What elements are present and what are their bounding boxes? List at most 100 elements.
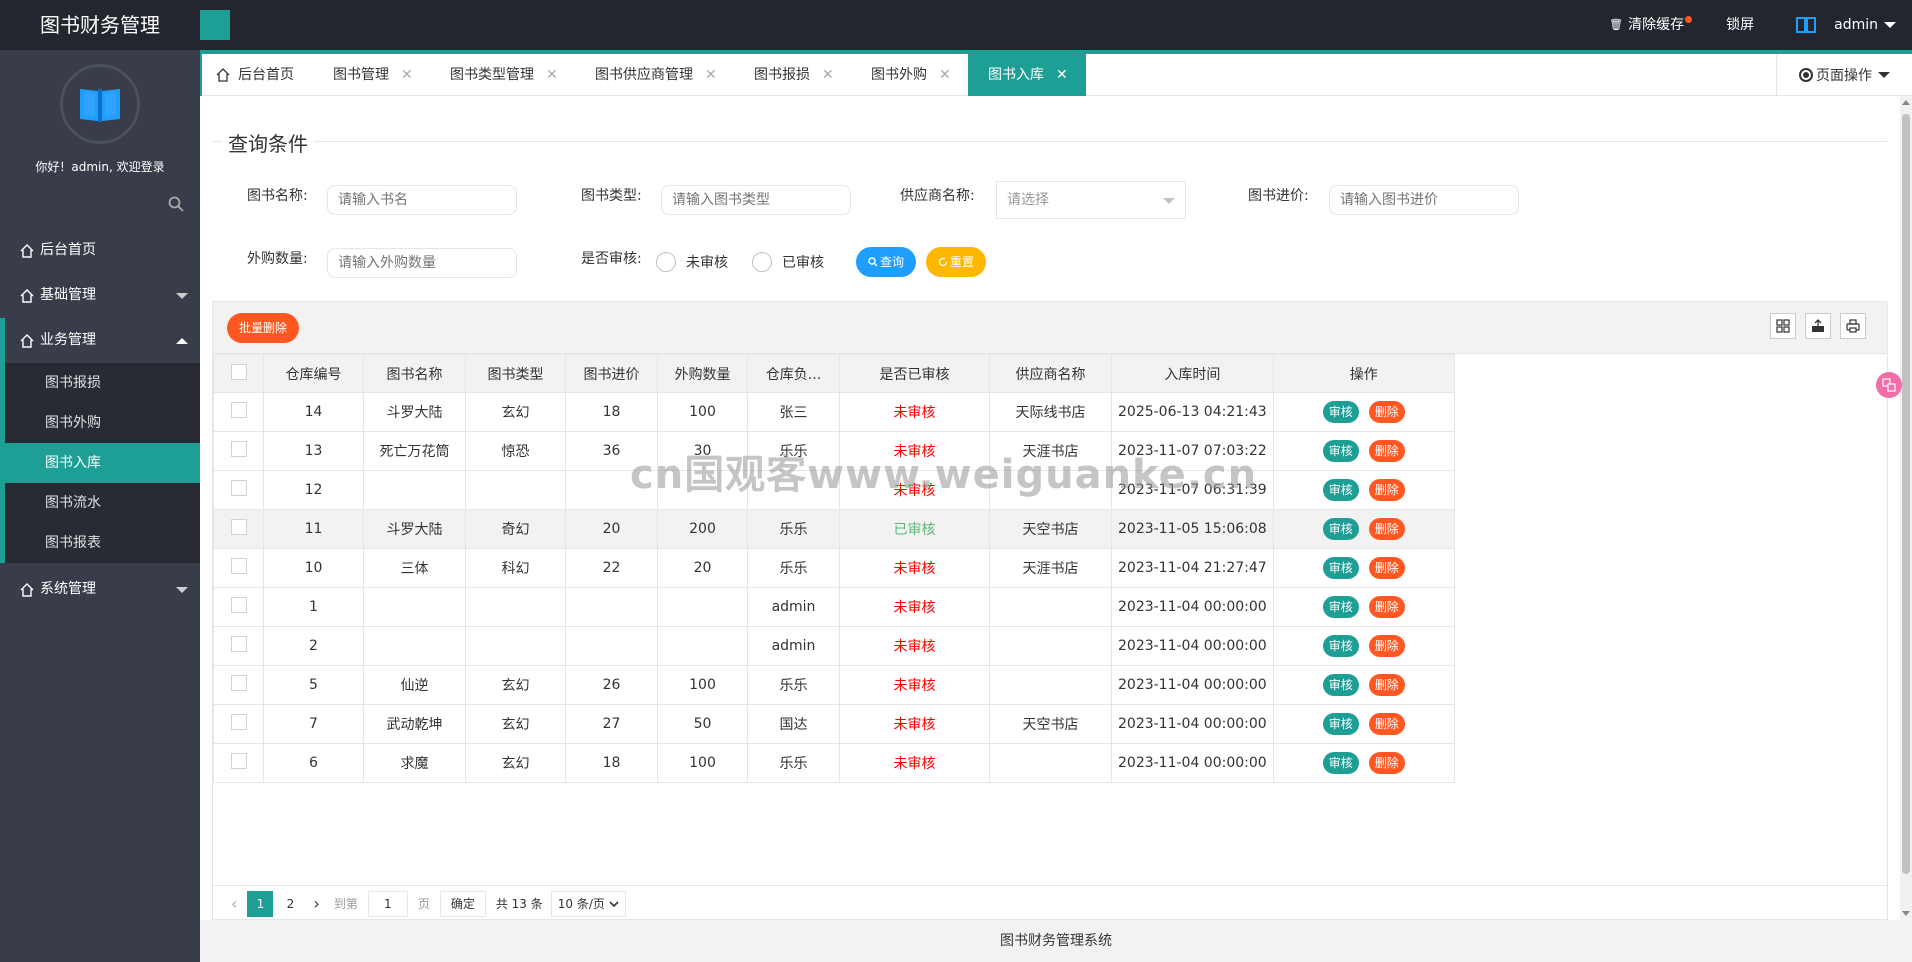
audit-button[interactable]: 审核: [1322, 752, 1359, 774]
sidebar-item-report[interactable]: 图书报表: [5, 523, 200, 563]
goto-confirm-button[interactable]: 确定: [439, 890, 486, 917]
close-icon[interactable]: ✕: [546, 54, 558, 96]
row-checkbox[interactable]: [230, 519, 247, 535]
delete-button[interactable]: 删除: [1368, 557, 1405, 579]
supplier-select[interactable]: 请选择: [996, 181, 1186, 219]
book-type-input[interactable]: [661, 185, 851, 215]
table-row[interactable]: 6 求魔 玄幻 18 100 乐乐 未审核 2023-11-04 00:00:00 审核 删除: [213, 743, 1455, 783]
close-icon[interactable]: ✕: [822, 54, 834, 96]
search-button[interactable]: 查询: [856, 247, 917, 277]
row-checkbox-cell[interactable]: [213, 626, 264, 666]
lock-screen-button[interactable]: 锁屏: [1700, 0, 1780, 50]
tab-purchase[interactable]: 图书外购 ✕: [871, 54, 951, 96]
page-size-select[interactable]: 10 条/页: [550, 890, 626, 917]
menu-toggle-button[interactable]: [200, 10, 230, 40]
delete-button[interactable]: 删除: [1368, 518, 1405, 540]
sidebar-item-purchase[interactable]: 图书外购: [5, 403, 200, 443]
audit-button[interactable]: 审核: [1322, 401, 1359, 423]
tab-book-manage[interactable]: 图书管理 ✕: [333, 54, 413, 96]
scrollbar-thumb[interactable]: [1902, 114, 1910, 874]
tab-damage[interactable]: 图书报损 ✕: [754, 54, 834, 96]
delete-button[interactable]: 删除: [1368, 674, 1405, 696]
vertical-scrollbar[interactable]: [1900, 96, 1912, 920]
page-1-button[interactable]: 1: [247, 890, 274, 917]
columns-icon[interactable]: [1770, 313, 1796, 339]
table-row[interactable]: 2 admin 未审核 2023-11-04 00:00:00 审核 删除: [213, 626, 1455, 666]
audit-button[interactable]: 审核: [1322, 596, 1359, 618]
table-row[interactable]: 7 武动乾坤 玄幻 27 50 国达 未审核 天空书店 2023-11-04 00:00:00 审…: [213, 704, 1455, 744]
book-name-input[interactable]: [327, 185, 517, 215]
radio-unaudited[interactable]: 未审核: [656, 247, 728, 277]
tab-stock-in[interactable]: 图书入库 ✕: [968, 54, 1086, 96]
batch-delete-button[interactable]: 批量删除: [227, 313, 300, 343]
row-checkbox-cell[interactable]: [213, 392, 264, 432]
row-checkbox[interactable]: [230, 675, 247, 691]
sidebar-item-damage[interactable]: 图书报损: [5, 363, 200, 403]
tab-supplier[interactable]: 图书供应商管理 ✕: [595, 54, 717, 96]
row-checkbox-cell[interactable]: [213, 743, 264, 783]
radio-audited[interactable]: 已审核: [752, 247, 824, 277]
row-checkbox[interactable]: [230, 714, 247, 730]
row-checkbox-cell[interactable]: [213, 431, 264, 471]
delete-button[interactable]: 删除: [1368, 635, 1405, 657]
row-checkbox-cell[interactable]: [213, 665, 264, 705]
sidebar-item-business[interactable]: 业务管理: [0, 318, 200, 363]
audit-button[interactable]: 审核: [1322, 713, 1359, 735]
row-checkbox[interactable]: [230, 402, 247, 418]
search-icon[interactable]: [168, 196, 184, 216]
close-icon[interactable]: ✕: [705, 54, 717, 96]
row-checkbox[interactable]: [230, 558, 247, 574]
clear-cache-button[interactable]: 🗑 清除缓存: [1593, 0, 1700, 50]
user-menu[interactable]: admin: [1780, 0, 1912, 50]
delete-button[interactable]: 删除: [1368, 440, 1405, 462]
row-checkbox-cell[interactable]: [213, 509, 264, 549]
scroll-down-icon[interactable]: [1902, 911, 1910, 916]
row-checkbox-cell[interactable]: [213, 704, 264, 744]
select-all-checkbox[interactable]: [230, 363, 247, 380]
delete-button[interactable]: 删除: [1368, 596, 1405, 618]
audit-button[interactable]: 审核: [1322, 440, 1359, 462]
table-row[interactable]: 5 仙逆 玄幻 26 100 乐乐 未审核 2023-11-04 00:00:00 审核 删除: [213, 665, 1455, 705]
tab-book-type[interactable]: 图书类型管理 ✕: [450, 54, 558, 96]
row-checkbox-cell[interactable]: [213, 548, 264, 588]
delete-button[interactable]: 删除: [1368, 713, 1405, 735]
delete-button[interactable]: 删除: [1368, 479, 1405, 501]
price-input[interactable]: [1329, 185, 1519, 215]
delete-button[interactable]: 删除: [1368, 401, 1405, 423]
audit-button[interactable]: 审核: [1322, 674, 1359, 696]
page-2-button[interactable]: 2: [277, 891, 303, 917]
table-row[interactable]: 1 admin 未审核 2023-11-04 00:00:00 审核 删除: [213, 587, 1455, 627]
close-icon[interactable]: ✕: [1056, 54, 1068, 96]
next-page-icon[interactable]: ›: [305, 894, 327, 913]
table-row[interactable]: 11 斗罗大陆 奇幻 20 200 乐乐 已审核 天空书店 2023-11-05 15:06:0…: [213, 509, 1455, 549]
audit-button[interactable]: 审核: [1322, 479, 1359, 501]
tab-home[interactable]: 后台首页: [216, 54, 294, 96]
export-icon[interactable]: [1805, 313, 1831, 339]
header-checkbox-cell[interactable]: [213, 354, 264, 393]
sidebar-item-flow[interactable]: 图书流水: [5, 483, 200, 523]
audit-button[interactable]: 审核: [1322, 557, 1359, 579]
translate-icon[interactable]: [1876, 372, 1902, 398]
table-row[interactable]: 14 斗罗大陆 玄幻 18 100 张三 未审核 天际线书店 2025-06-13 04:21:…: [213, 392, 1455, 432]
row-checkbox[interactable]: [230, 753, 247, 769]
prev-page-icon[interactable]: ‹: [223, 894, 245, 913]
sidebar-item-home[interactable]: 后台首页: [0, 228, 200, 273]
row-checkbox[interactable]: [230, 441, 247, 457]
delete-button[interactable]: 删除: [1368, 752, 1405, 774]
goto-page-input[interactable]: 1: [367, 890, 408, 917]
close-icon[interactable]: ✕: [401, 54, 413, 96]
row-checkbox-cell[interactable]: [213, 587, 264, 627]
audit-button[interactable]: 审核: [1322, 635, 1359, 657]
table-row[interactable]: 10 三体 科幻 22 20 乐乐 未审核 天涯书店 2023-11-04 21:27:47 审核…: [213, 548, 1455, 588]
audit-button[interactable]: 审核: [1322, 518, 1359, 540]
page-operations-dropdown[interactable]: 页面操作: [1776, 54, 1912, 96]
scroll-up-icon[interactable]: [1902, 100, 1910, 105]
row-checkbox[interactable]: [230, 636, 247, 652]
sidebar-item-stock-in[interactable]: 图书入库: [0, 443, 200, 483]
print-icon[interactable]: [1840, 313, 1866, 339]
row-checkbox-cell[interactable]: [213, 470, 264, 510]
sidebar-item-system[interactable]: 系统管理: [0, 567, 200, 612]
sidebar-item-basic[interactable]: 基础管理: [0, 273, 200, 318]
close-icon[interactable]: ✕: [939, 54, 951, 96]
row-checkbox[interactable]: [230, 480, 247, 496]
